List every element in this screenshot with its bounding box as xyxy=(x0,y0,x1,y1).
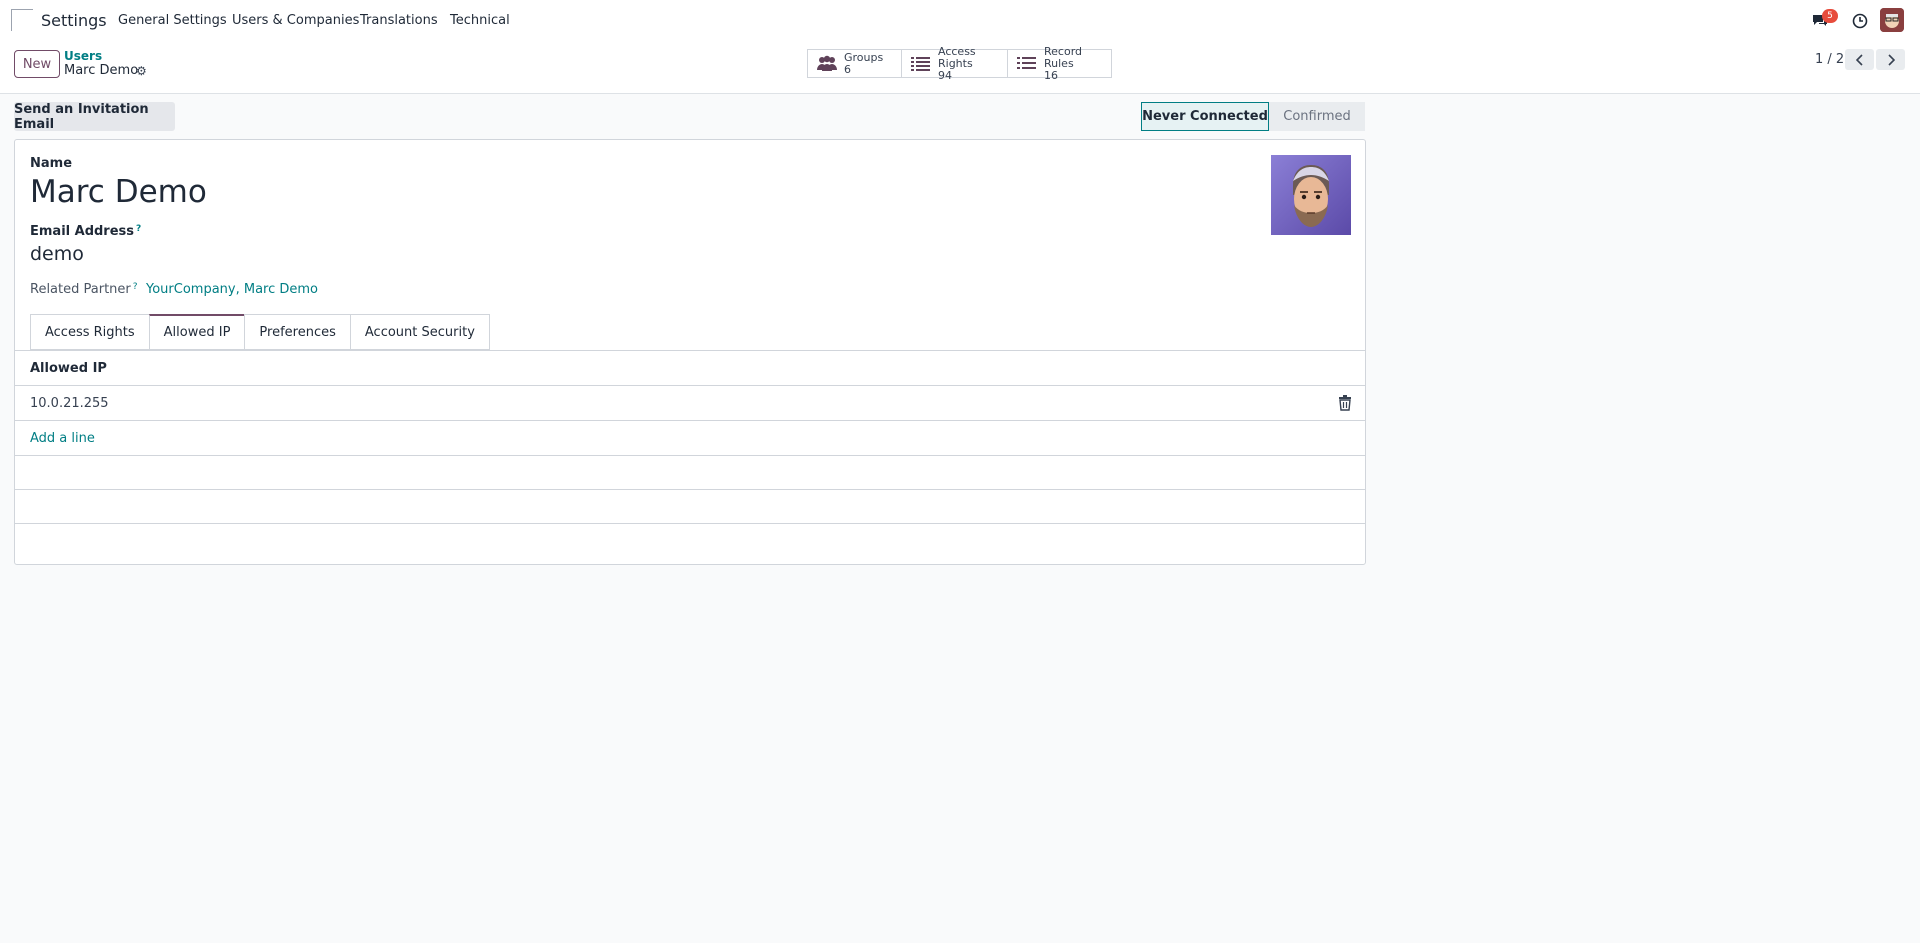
breadcrumb-current: Marc Demo xyxy=(64,63,139,78)
groups-stat-button[interactable]: Groups 6 xyxy=(807,49,902,78)
email-label: Email Address? xyxy=(30,224,141,239)
help-tooltip-icon[interactable]: ? xyxy=(133,282,138,292)
menu-general-settings[interactable]: General Settings xyxy=(118,13,227,28)
help-tooltip-icon[interactable]: ? xyxy=(136,224,141,234)
user-photo[interactable] xyxy=(1271,155,1351,235)
breadcrumb-users[interactable]: Users xyxy=(64,49,102,63)
add-line-row: Add a line xyxy=(15,421,1365,456)
tab-access-rights[interactable]: Access Rights xyxy=(30,314,149,350)
related-partner-label-text: Related Partner xyxy=(30,282,131,297)
list-header: Allowed IP xyxy=(15,351,1365,386)
tab-preferences[interactable]: Preferences xyxy=(244,314,350,350)
name-field[interactable]: Marc Demo xyxy=(30,174,207,210)
access-rights-stat-button[interactable]: Access Rights 94 xyxy=(901,44,1008,81)
gear-icon[interactable]: ⚙ xyxy=(136,64,147,78)
tab-account-security[interactable]: Account Security xyxy=(349,314,490,350)
chevron-right-icon xyxy=(1887,53,1895,66)
related-partner-link[interactable]: YourCompany, Marc Demo xyxy=(146,282,318,297)
form-sheet: Name Marc Demo Email Address? demo Relat… xyxy=(14,139,1366,565)
menu-translations[interactable]: Translations xyxy=(360,13,438,28)
pager-value[interactable]: 1 / 2 xyxy=(1815,52,1844,67)
form-tabs: Access Rights Allowed IP Preferences Acc… xyxy=(30,314,490,350)
app-logo-icon[interactable] xyxy=(11,9,33,31)
empty-row xyxy=(15,456,1365,490)
app-title[interactable]: Settings xyxy=(41,11,107,30)
access-rights-stat-label: Access Rights xyxy=(938,44,976,70)
table-row[interactable]: 10.0.21.255 xyxy=(15,386,1365,421)
groups-stat-value: 6 xyxy=(844,62,851,76)
menu-technical[interactable]: Technical xyxy=(450,13,510,28)
access-rights-stat-value: 94 xyxy=(938,68,952,82)
ip-cell[interactable]: 10.0.21.255 xyxy=(30,396,109,411)
pager-next-button[interactable] xyxy=(1876,49,1905,70)
stage-never-connected[interactable]: Never Connected xyxy=(1141,102,1269,131)
messages-badge: 5 xyxy=(1822,9,1838,23)
trash-icon[interactable] xyxy=(1338,395,1352,411)
empty-row xyxy=(15,490,1365,524)
stage-confirmed[interactable]: Confirmed xyxy=(1269,102,1365,131)
name-label: Name xyxy=(30,156,73,171)
add-line-link[interactable]: Add a line xyxy=(30,431,95,446)
activity-clock-icon[interactable] xyxy=(1850,11,1870,31)
column-allowed-ip[interactable]: Allowed IP xyxy=(30,361,107,376)
control-panel: New Users Marc Demo ⚙ Groups 6 Access Ri… xyxy=(0,41,1920,94)
pager-previous-button[interactable] xyxy=(1845,49,1874,70)
record-rules-stat-button[interactable]: Record Rules 16 xyxy=(1007,44,1112,81)
new-button[interactable]: New xyxy=(14,50,60,78)
status-bar: Never Connected Confirmed xyxy=(1141,102,1365,131)
tab-allowed-ip[interactable]: Allowed IP xyxy=(148,314,245,350)
user-avatar[interactable] xyxy=(1880,8,1904,32)
related-partner-label: Related Partner? xyxy=(30,282,138,297)
send-invitation-button[interactable]: Send an Invitation Email xyxy=(14,102,175,132)
list-icon xyxy=(1016,55,1038,73)
record-rules-stat-value: 16 xyxy=(1044,68,1058,82)
list-icon xyxy=(910,55,932,73)
top-navbar: Settings General Settings Users & Compan… xyxy=(0,0,1920,41)
chevron-left-icon xyxy=(1855,53,1863,66)
groups-stat-label: Groups xyxy=(844,50,884,64)
email-label-text: Email Address xyxy=(30,224,135,239)
record-rules-stat-label: Record Rules xyxy=(1044,44,1083,70)
email-field[interactable]: demo xyxy=(30,243,84,265)
menu-users-companies[interactable]: Users & Companies xyxy=(232,13,359,28)
users-icon xyxy=(816,55,838,73)
